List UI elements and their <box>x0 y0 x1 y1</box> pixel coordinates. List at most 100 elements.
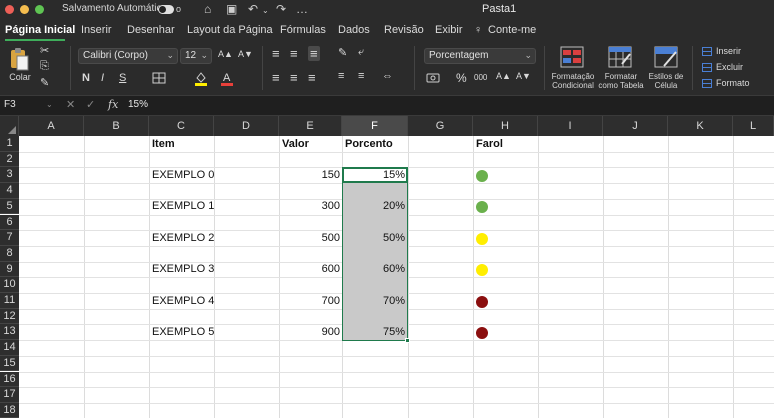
font-name-select[interactable]: Calibri (Corpo) ⌄ <box>78 48 178 64</box>
row-header[interactable]: 8 <box>0 245 19 262</box>
cell-item[interactable]: EXEMPLO 1 <box>152 200 214 212</box>
copy-icon[interactable]: ⎘ <box>40 60 49 73</box>
increase-decimal-icon[interactable]: A▲ <box>496 71 511 81</box>
column-header-l[interactable]: L <box>733 116 774 136</box>
align-center-icon[interactable]: ≡ <box>290 70 298 85</box>
bold-button[interactable]: N <box>82 72 90 84</box>
increase-indent-icon[interactable]: ≡ <box>358 70 364 82</box>
row-header[interactable]: 17 <box>0 387 19 403</box>
name-box-dropdown-icon[interactable]: ⌄ <box>46 100 53 109</box>
select-all-button[interactable] <box>0 116 19 136</box>
column-header-a[interactable]: A <box>19 116 84 136</box>
format-cells-button[interactable]: Formato <box>716 78 750 88</box>
cancel-icon[interactable]: ✕ <box>66 98 75 111</box>
zoom-window-button[interactable] <box>35 5 44 14</box>
conditional-formatting-button[interactable]: Formatação Condicional <box>548 72 598 90</box>
tab-conte-me[interactable]: Conte-me <box>488 24 536 36</box>
minimize-window-button[interactable] <box>20 5 29 14</box>
cell-styles-icon[interactable] <box>654 46 678 68</box>
decrease-decimal-icon[interactable]: A▼ <box>516 71 531 81</box>
cell-valor[interactable]: 700 <box>282 295 340 307</box>
header-farol[interactable]: Farol <box>476 138 503 150</box>
paste-icon[interactable] <box>8 46 30 72</box>
format-as-table-icon[interactable] <box>608 46 632 68</box>
cell-item[interactable]: EXEMPLO 5 <box>152 326 214 338</box>
column-header-g[interactable]: G <box>408 116 473 136</box>
cell-item[interactable]: EXEMPLO 0 <box>152 169 214 181</box>
cell-porcento[interactable]: 70% <box>344 295 405 307</box>
row-header[interactable]: 3 <box>0 167 19 184</box>
more-icon[interactable]: … <box>296 2 308 16</box>
row-header[interactable]: 18 <box>0 402 19 418</box>
orientation-icon[interactable]: ✎ <box>338 46 347 59</box>
wrap-text-icon[interactable]: ⤶ <box>358 46 364 59</box>
header-item[interactable]: Item <box>152 138 175 150</box>
format-painter-icon[interactable]: ✎ <box>40 76 49 89</box>
italic-button[interactable]: I <box>101 72 104 84</box>
cut-icon[interactable]: ✂ <box>40 44 49 57</box>
column-header-d[interactable]: D <box>214 116 279 136</box>
cell-valor[interactable]: 150 <box>282 169 340 181</box>
row-header[interactable]: 5 <box>0 198 19 215</box>
row-header[interactable]: 11 <box>0 293 19 309</box>
undo-dropdown-icon[interactable]: ⌄ <box>262 6 269 15</box>
tab-layout-da-pagina[interactable]: Layout da Página <box>187 24 273 36</box>
undo-icon[interactable]: ↶ <box>248 2 258 16</box>
row-header[interactable]: 15 <box>0 355 19 372</box>
header-valor[interactable]: Valor <box>282 138 309 150</box>
tab-desenhar[interactable]: Desenhar <box>127 24 175 36</box>
shrink-font-icon[interactable]: A▼ <box>238 49 253 59</box>
column-header-i[interactable]: I <box>538 116 603 136</box>
row-header[interactable]: 6 <box>0 214 19 231</box>
cell-porcento[interactable]: 15% <box>344 169 405 181</box>
header-porcento[interactable]: Porcento <box>345 138 393 150</box>
tab-exibir[interactable]: Exibir <box>435 24 463 36</box>
align-left-icon[interactable]: ≡ <box>272 70 280 85</box>
number-format-select[interactable]: Porcentagem ⌄ <box>424 48 536 64</box>
cell-styles-button[interactable]: Estilos de Célula <box>646 72 686 90</box>
decrease-indent-icon[interactable]: ≡ <box>338 70 344 82</box>
cell-porcento[interactable]: 60% <box>344 263 405 275</box>
cell-porcento[interactable]: 50% <box>344 232 405 244</box>
fill-handle[interactable] <box>405 338 410 343</box>
home-icon[interactable]: ⌂ <box>204 2 211 16</box>
redo-icon[interactable]: ↷ <box>276 2 286 16</box>
grow-font-icon[interactable]: A▲ <box>218 49 233 59</box>
tab-dados[interactable]: Dados <box>338 24 370 36</box>
insert-function-icon[interactable]: fx <box>108 98 118 111</box>
insert-cells-button[interactable]: Inserir <box>716 46 741 56</box>
align-right-icon[interactable]: ≡ <box>308 70 316 85</box>
tab-pagina-inicial[interactable]: Página Inicial <box>5 24 75 36</box>
close-window-button[interactable] <box>5 5 14 14</box>
fill-color-icon[interactable] <box>194 70 208 86</box>
column-header-h[interactable]: H <box>473 116 538 136</box>
column-header-k[interactable]: K <box>668 116 733 136</box>
merge-cells-icon[interactable]: ⇔ <box>382 70 393 82</box>
row-header[interactable]: 10 <box>0 277 19 293</box>
format-as-table-button[interactable]: Formatar como Tabela <box>598 72 644 90</box>
tab-formulas[interactable]: Fórmulas <box>280 24 326 36</box>
align-bottom-icon[interactable]: ≡ <box>308 46 320 61</box>
font-color-icon[interactable]: A <box>220 70 234 86</box>
comma-style-button[interactable]: 000 <box>474 73 487 82</box>
row-header[interactable]: 12 <box>0 308 19 325</box>
save-icon[interactable]: ▣ <box>226 2 237 16</box>
font-size-select[interactable]: 12 ⌄ <box>180 48 212 64</box>
tab-inserir[interactable]: Inserir <box>81 24 112 36</box>
column-header-e[interactable]: E <box>279 116 342 136</box>
cell-valor[interactable]: 300 <box>282 200 340 212</box>
name-box[interactable]: F3 <box>4 99 16 110</box>
column-header-c[interactable]: C <box>149 116 214 136</box>
row-header[interactable]: 2 <box>0 151 19 168</box>
cell-porcento[interactable]: 20% <box>344 200 405 212</box>
confirm-icon[interactable]: ✓ <box>86 98 95 111</box>
formula-input[interactable]: 15% <box>128 99 148 110</box>
cell-item[interactable]: EXEMPLO 2 <box>152 232 214 244</box>
tab-revisao[interactable]: Revisão <box>384 24 424 36</box>
column-header-b[interactable]: B <box>84 116 149 136</box>
cell-valor[interactable]: 900 <box>282 326 340 338</box>
percent-style-button[interactable]: % <box>456 71 467 85</box>
row-header[interactable]: 1 <box>0 136 19 152</box>
row-header[interactable]: 7 <box>0 230 19 246</box>
column-header-j[interactable]: J <box>603 116 668 136</box>
